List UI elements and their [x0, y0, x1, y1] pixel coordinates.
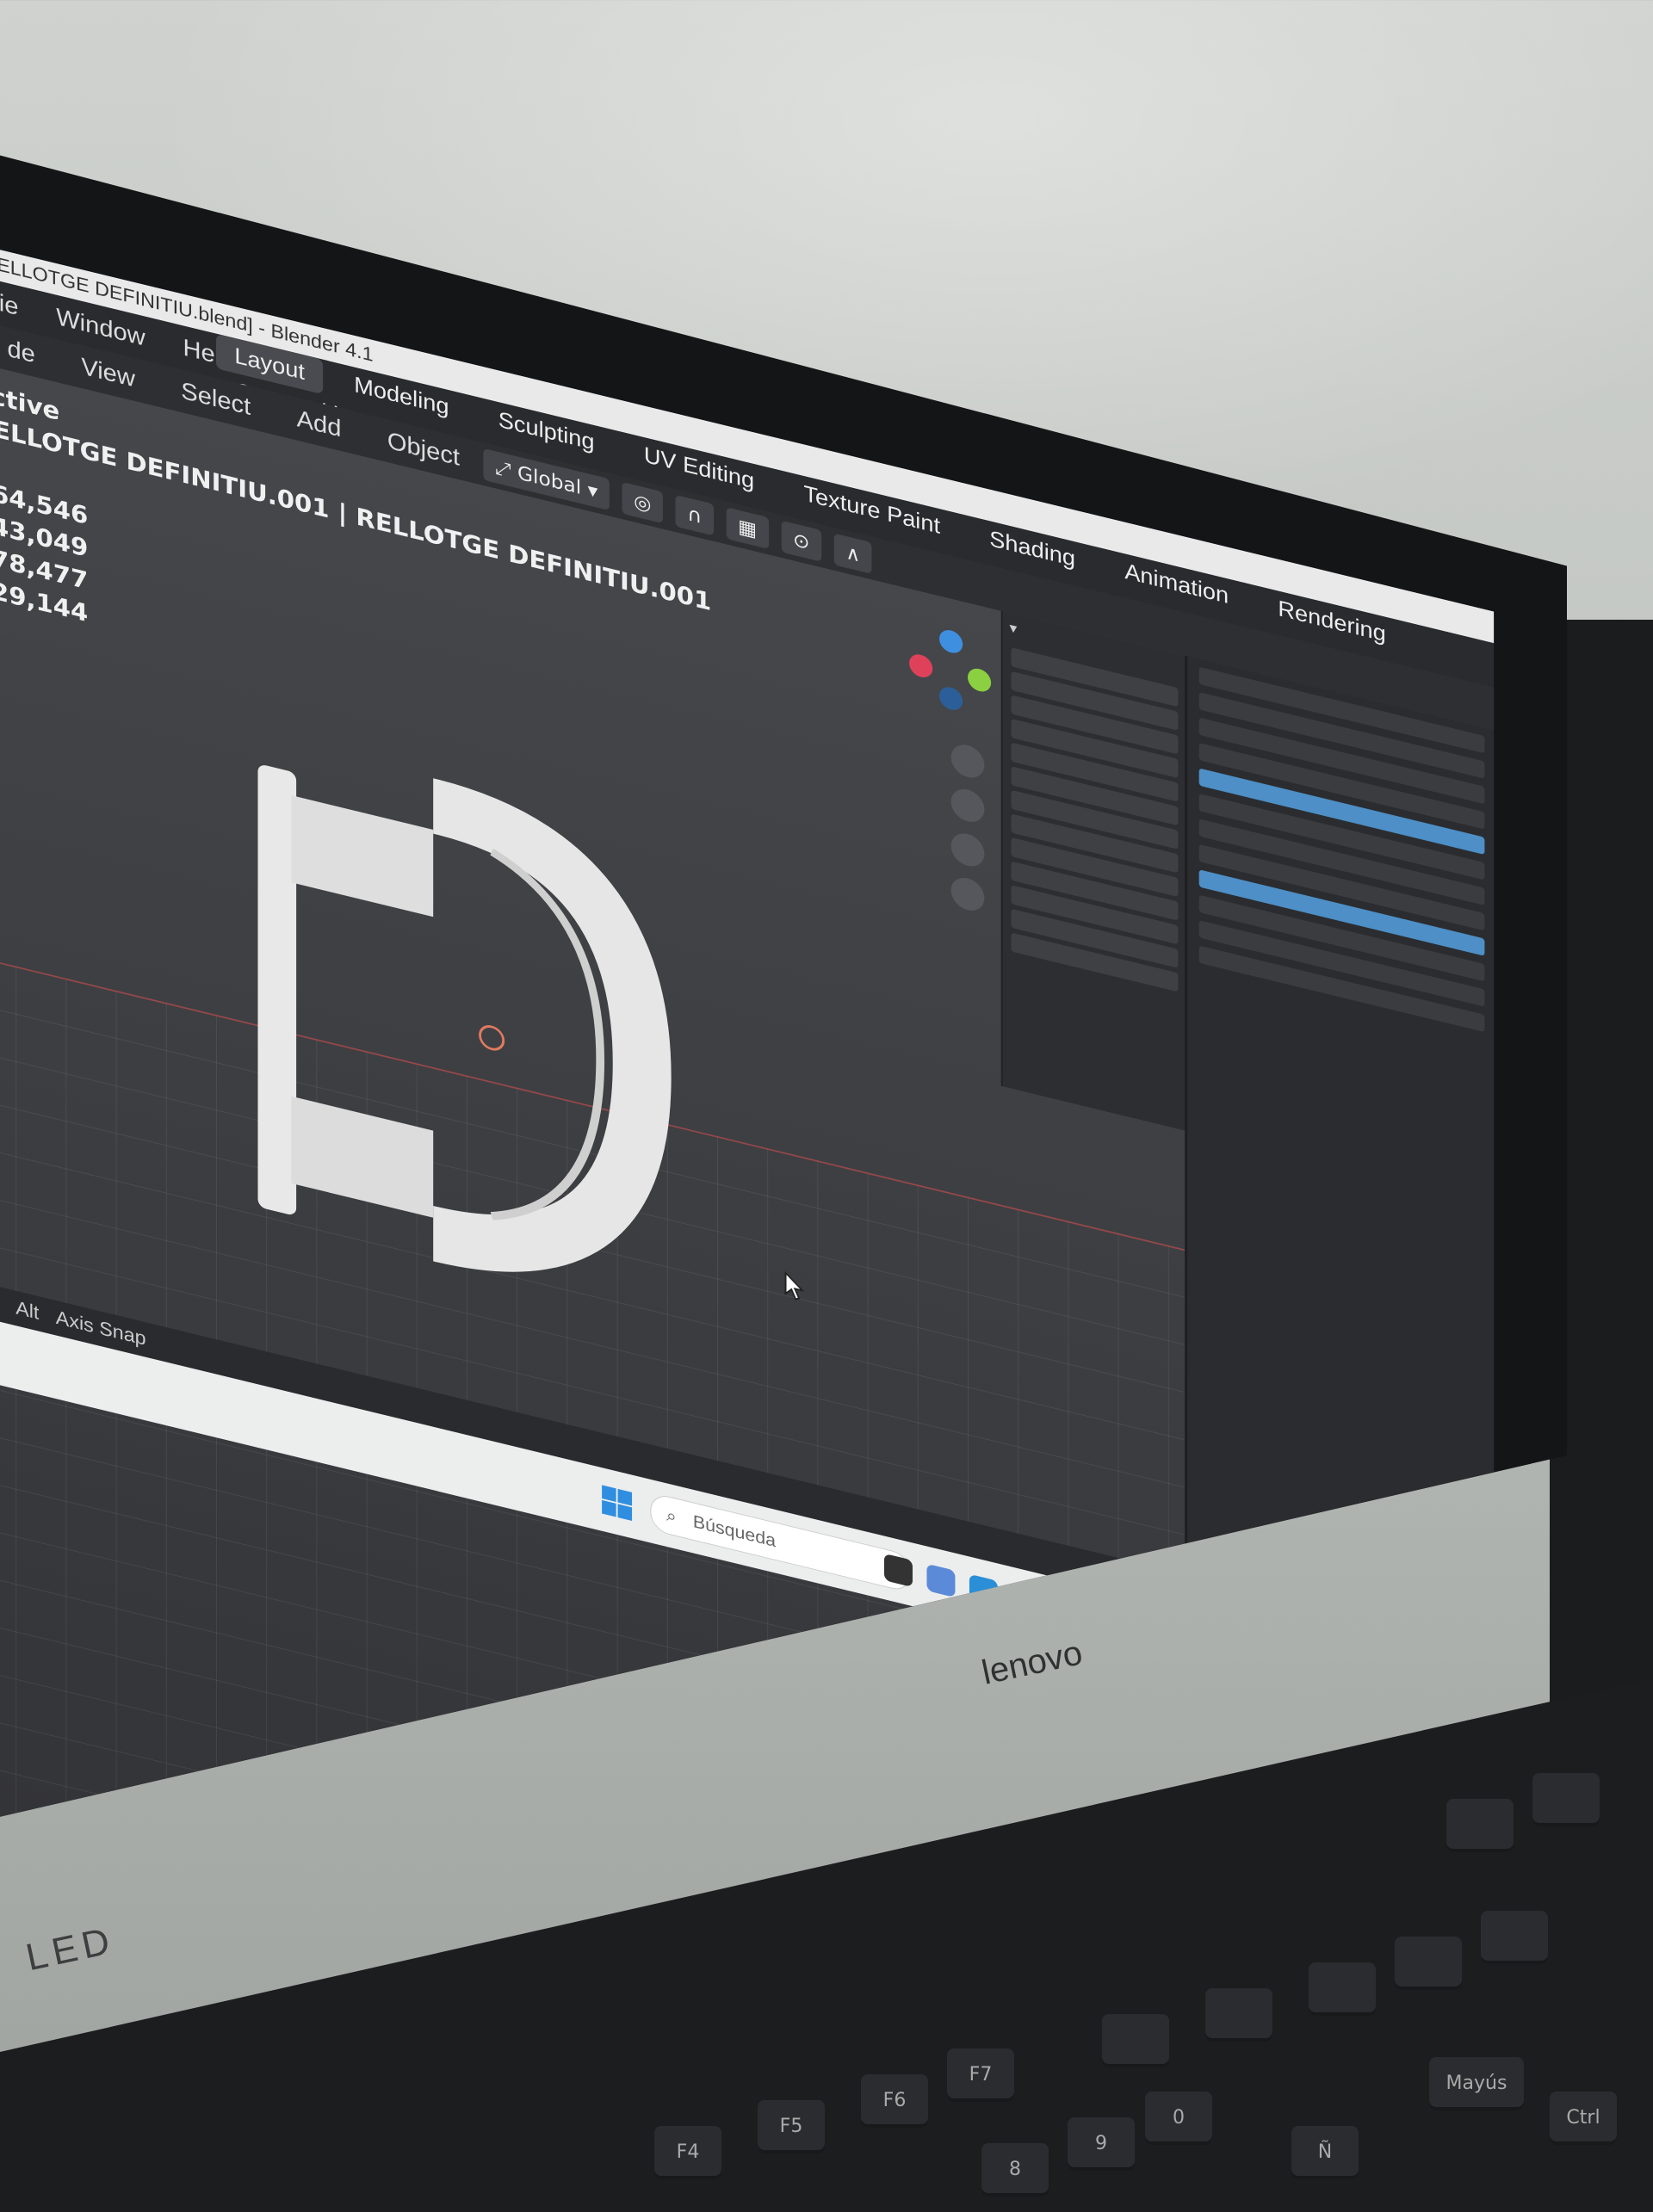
3d-cursor-icon: [479, 1025, 505, 1051]
monitor-brand-logo: lenovo: [978, 1634, 1087, 1692]
key-0[interactable]: 0: [1145, 2092, 1212, 2145]
falloff-icon: ∧: [845, 541, 861, 567]
magnet-icon: ∩: [687, 502, 703, 528]
status-key-hint: Alt: [15, 1297, 40, 1325]
neg-z-axis-icon[interactable]: [939, 684, 963, 713]
transform-orientation-label: Global: [517, 460, 582, 499]
mouse-pointer-icon: [784, 1270, 804, 1301]
mode-dropdown[interactable]: de: [8, 327, 35, 377]
keyboard-key[interactable]: [1102, 2014, 1169, 2067]
task-view-icon[interactable]: [884, 1553, 913, 1588]
key-n-tilde[interactable]: Ñ: [1291, 2126, 1359, 2179]
bezel-label: LED: [22, 1919, 119, 1980]
falloff-dropdown[interactable]: ∧: [833, 533, 872, 575]
snap-toggle[interactable]: ∩: [675, 494, 714, 536]
z-axis-icon[interactable]: [939, 627, 963, 656]
app-icon[interactable]: [1097, 1604, 1126, 1640]
pivot-point-button[interactable]: ◎: [622, 481, 664, 524]
key-f5[interactable]: F5: [758, 2100, 825, 2153]
key-9[interactable]: 9: [1068, 2117, 1135, 2171]
zoom-icon[interactable]: [950, 741, 985, 782]
edge-icon[interactable]: [969, 1573, 999, 1609]
keyboard-key[interactable]: [1481, 1911, 1548, 1964]
model-lower-arm: [291, 1096, 434, 1218]
search-placeholder: Búsqueda: [692, 1511, 776, 1551]
grid-snap-icon: ▦: [738, 515, 758, 542]
pivot-icon: ◎: [634, 489, 652, 516]
sidebar-transform-panel: ▾: [1000, 610, 1187, 1131]
keyboard-key[interactable]: [1395, 1937, 1462, 1990]
keyboard-key[interactable]: [1309, 1962, 1376, 2016]
model-pillar: [257, 765, 297, 1215]
key-f7[interactable]: F7: [947, 2048, 1014, 2102]
viewport-nav-buttons: [950, 741, 988, 927]
blender-icon[interactable]: [1225, 1635, 1254, 1671]
keyboard-key[interactable]: [1532, 1773, 1600, 1826]
store-icon[interactable]: [1055, 1594, 1084, 1629]
proportional-edit-toggle[interactable]: ⊙: [781, 520, 822, 562]
file-explorer-icon[interactable]: [1012, 1584, 1041, 1619]
camera-icon[interactable]: [950, 830, 985, 870]
keyboard-key[interactable]: [1446, 1799, 1514, 1852]
menu-item-edit[interactable]: ie: [0, 281, 18, 331]
key-f6[interactable]: F6: [861, 2074, 928, 2128]
proportional-icon: ⊙: [792, 528, 810, 554]
app-icon[interactable]: [1140, 1615, 1169, 1650]
transform-icon: ⤢: [494, 455, 511, 482]
navigation-gizmo[interactable]: [909, 621, 993, 720]
key-8[interactable]: 8: [981, 2143, 1049, 2197]
snap-target-dropdown[interactable]: ▦: [726, 507, 769, 549]
x-axis-icon[interactable]: [909, 652, 933, 680]
y-axis-icon[interactable]: [968, 666, 992, 695]
keyboard-key[interactable]: [1205, 1988, 1272, 2042]
app-icon[interactable]: [1182, 1625, 1211, 1660]
windows-start-icon[interactable]: [600, 1483, 634, 1523]
pan-hand-icon[interactable]: [950, 785, 985, 826]
app-icon[interactable]: [926, 1563, 956, 1598]
perspective-toggle-icon[interactable]: [950, 874, 985, 915]
key-shift[interactable]: Mayús: [1429, 2057, 1524, 2110]
key-ctrl[interactable]: Ctrl: [1550, 2092, 1617, 2145]
search-icon: ⌕: [666, 1505, 677, 1527]
model-upper-arm: [291, 795, 434, 918]
model-ring: [432, 778, 672, 1272]
key-f4[interactable]: F4: [654, 2126, 721, 2179]
